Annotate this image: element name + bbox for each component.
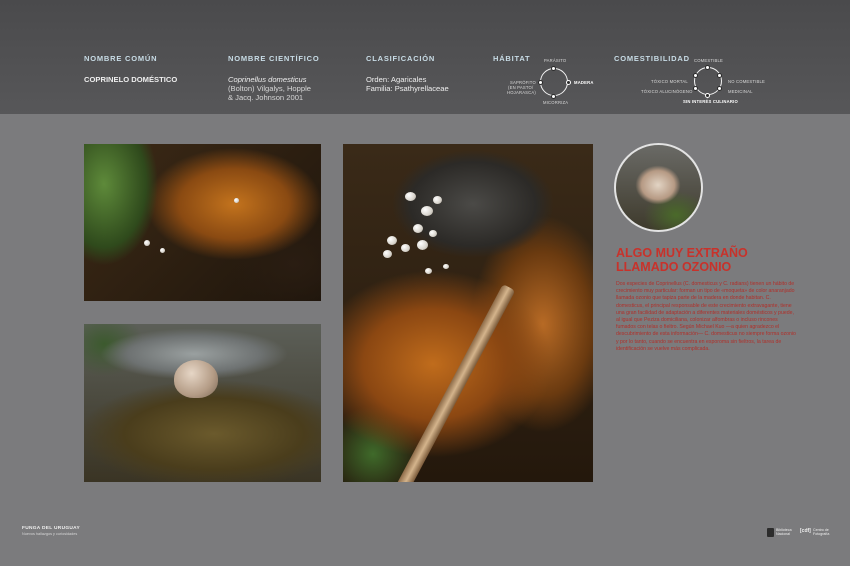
edibility-dot-upper-left bbox=[693, 73, 698, 78]
edibility-not-edible: NO COMESTIBLE bbox=[728, 79, 766, 84]
mushroom-detail-circle-photo bbox=[614, 143, 703, 232]
edibility-dot-upper-right bbox=[717, 73, 722, 78]
edibility-dot-top bbox=[705, 64, 710, 70]
edibility-hallucinogenic: TÓXICO ALUCINÓGENO bbox=[641, 89, 693, 94]
edibility-medicinal: MEDICINAL bbox=[728, 89, 753, 94]
small-cap bbox=[405, 192, 416, 201]
footer-title: FUNGA DEL URUGUAY bbox=[22, 526, 80, 531]
mushroom-on-bark-photo bbox=[84, 324, 321, 482]
habitat-mycorrhiza: MICORRIZA bbox=[543, 100, 569, 105]
ozonium-closeup-photo bbox=[343, 144, 593, 482]
habitat-dot-bottom bbox=[551, 93, 556, 99]
small-cap bbox=[383, 250, 392, 258]
edibility-dot-lower-left bbox=[693, 86, 698, 91]
scientific-name-binomial: Coprinellus domesticus bbox=[228, 75, 307, 84]
cdf-mark: [cdf] bbox=[800, 528, 811, 534]
edibility-no-culinary-interest: SIN INTERÉS CULINARIO bbox=[683, 99, 738, 104]
scientific-name-label: NOMBRE CIENTÍFICO bbox=[228, 54, 320, 63]
small-cap bbox=[443, 264, 449, 269]
scientific-name: Coprinellus domesticus (Bolton) Vilgalys… bbox=[228, 75, 311, 102]
habitat-dot-right-selected bbox=[565, 79, 571, 85]
small-cap bbox=[144, 240, 150, 246]
article-title: ALGO MUY EXTRAÑO LLAMADO OZONIO bbox=[616, 246, 796, 274]
small-cap bbox=[234, 198, 239, 203]
small-cap bbox=[417, 240, 428, 250]
small-cap bbox=[387, 236, 397, 245]
habitat-dot-left bbox=[537, 79, 543, 85]
small-cap bbox=[401, 244, 410, 252]
common-name-label: NOMBRE COMÚN bbox=[84, 54, 158, 63]
ozonium-log-photo bbox=[84, 144, 321, 301]
article-body: Dos especies de Coprinellus (C. domestic… bbox=[616, 281, 796, 352]
scientific-authors-line-1: (Bolton) Vilgalys, Hopple bbox=[228, 84, 312, 93]
small-cap bbox=[433, 196, 442, 204]
habitat-parasite: PARÁSITO bbox=[544, 58, 567, 63]
edibility-label: COMESTIBILIDAD bbox=[614, 54, 690, 63]
edibility-dot-lower-right bbox=[717, 86, 722, 91]
edibility-deadly: TÓXICO MORTAL bbox=[651, 79, 688, 84]
small-cap bbox=[160, 248, 165, 253]
habitat-saprophyte-3: HOJARASCA) bbox=[507, 90, 536, 95]
edibility-dot-bottom-selected bbox=[705, 92, 710, 98]
article-title-line-1: ALGO MUY EXTRAÑO bbox=[616, 246, 748, 260]
mushroom-cap bbox=[174, 360, 218, 398]
twig bbox=[390, 284, 516, 482]
habitat-dot-top bbox=[551, 65, 556, 71]
edibility-edible: COMESTIBLE bbox=[694, 58, 723, 63]
classification: Orden: Agaricales Familia: Psathyrellace… bbox=[366, 75, 449, 93]
classification-family: Familia: Psathyrellaceae bbox=[366, 84, 449, 93]
habitat-wood: MADERA bbox=[574, 80, 594, 85]
habitat-ring bbox=[540, 68, 568, 96]
scientific-authors-line-2: & Jacq. Johnson 2001 bbox=[228, 93, 304, 102]
small-cap bbox=[421, 206, 433, 216]
small-cap bbox=[429, 230, 437, 237]
species-header: NOMBRE COMÚN COPRINELO DOMÉSTICO NOMBRE … bbox=[0, 0, 850, 114]
cdf-logo-text: Centro de Fotografía bbox=[813, 528, 830, 537]
small-cap bbox=[425, 268, 432, 274]
habitat-label: HÁBITAT bbox=[493, 54, 531, 63]
library-logo-text: Biblioteca Nacional bbox=[776, 528, 792, 537]
library-icon bbox=[767, 528, 774, 537]
common-name: COPRINELO DOMÉSTICO bbox=[84, 75, 178, 84]
small-cap bbox=[413, 224, 423, 233]
classification-label: CLASIFICACIÓN bbox=[366, 54, 436, 63]
classification-order: Orden: Agaricales bbox=[366, 75, 427, 84]
footer-subtitle: Nuevos hallazgos y curiosidades bbox=[22, 532, 78, 536]
article-title-line-2: LLAMADO OZONIO bbox=[616, 260, 732, 274]
